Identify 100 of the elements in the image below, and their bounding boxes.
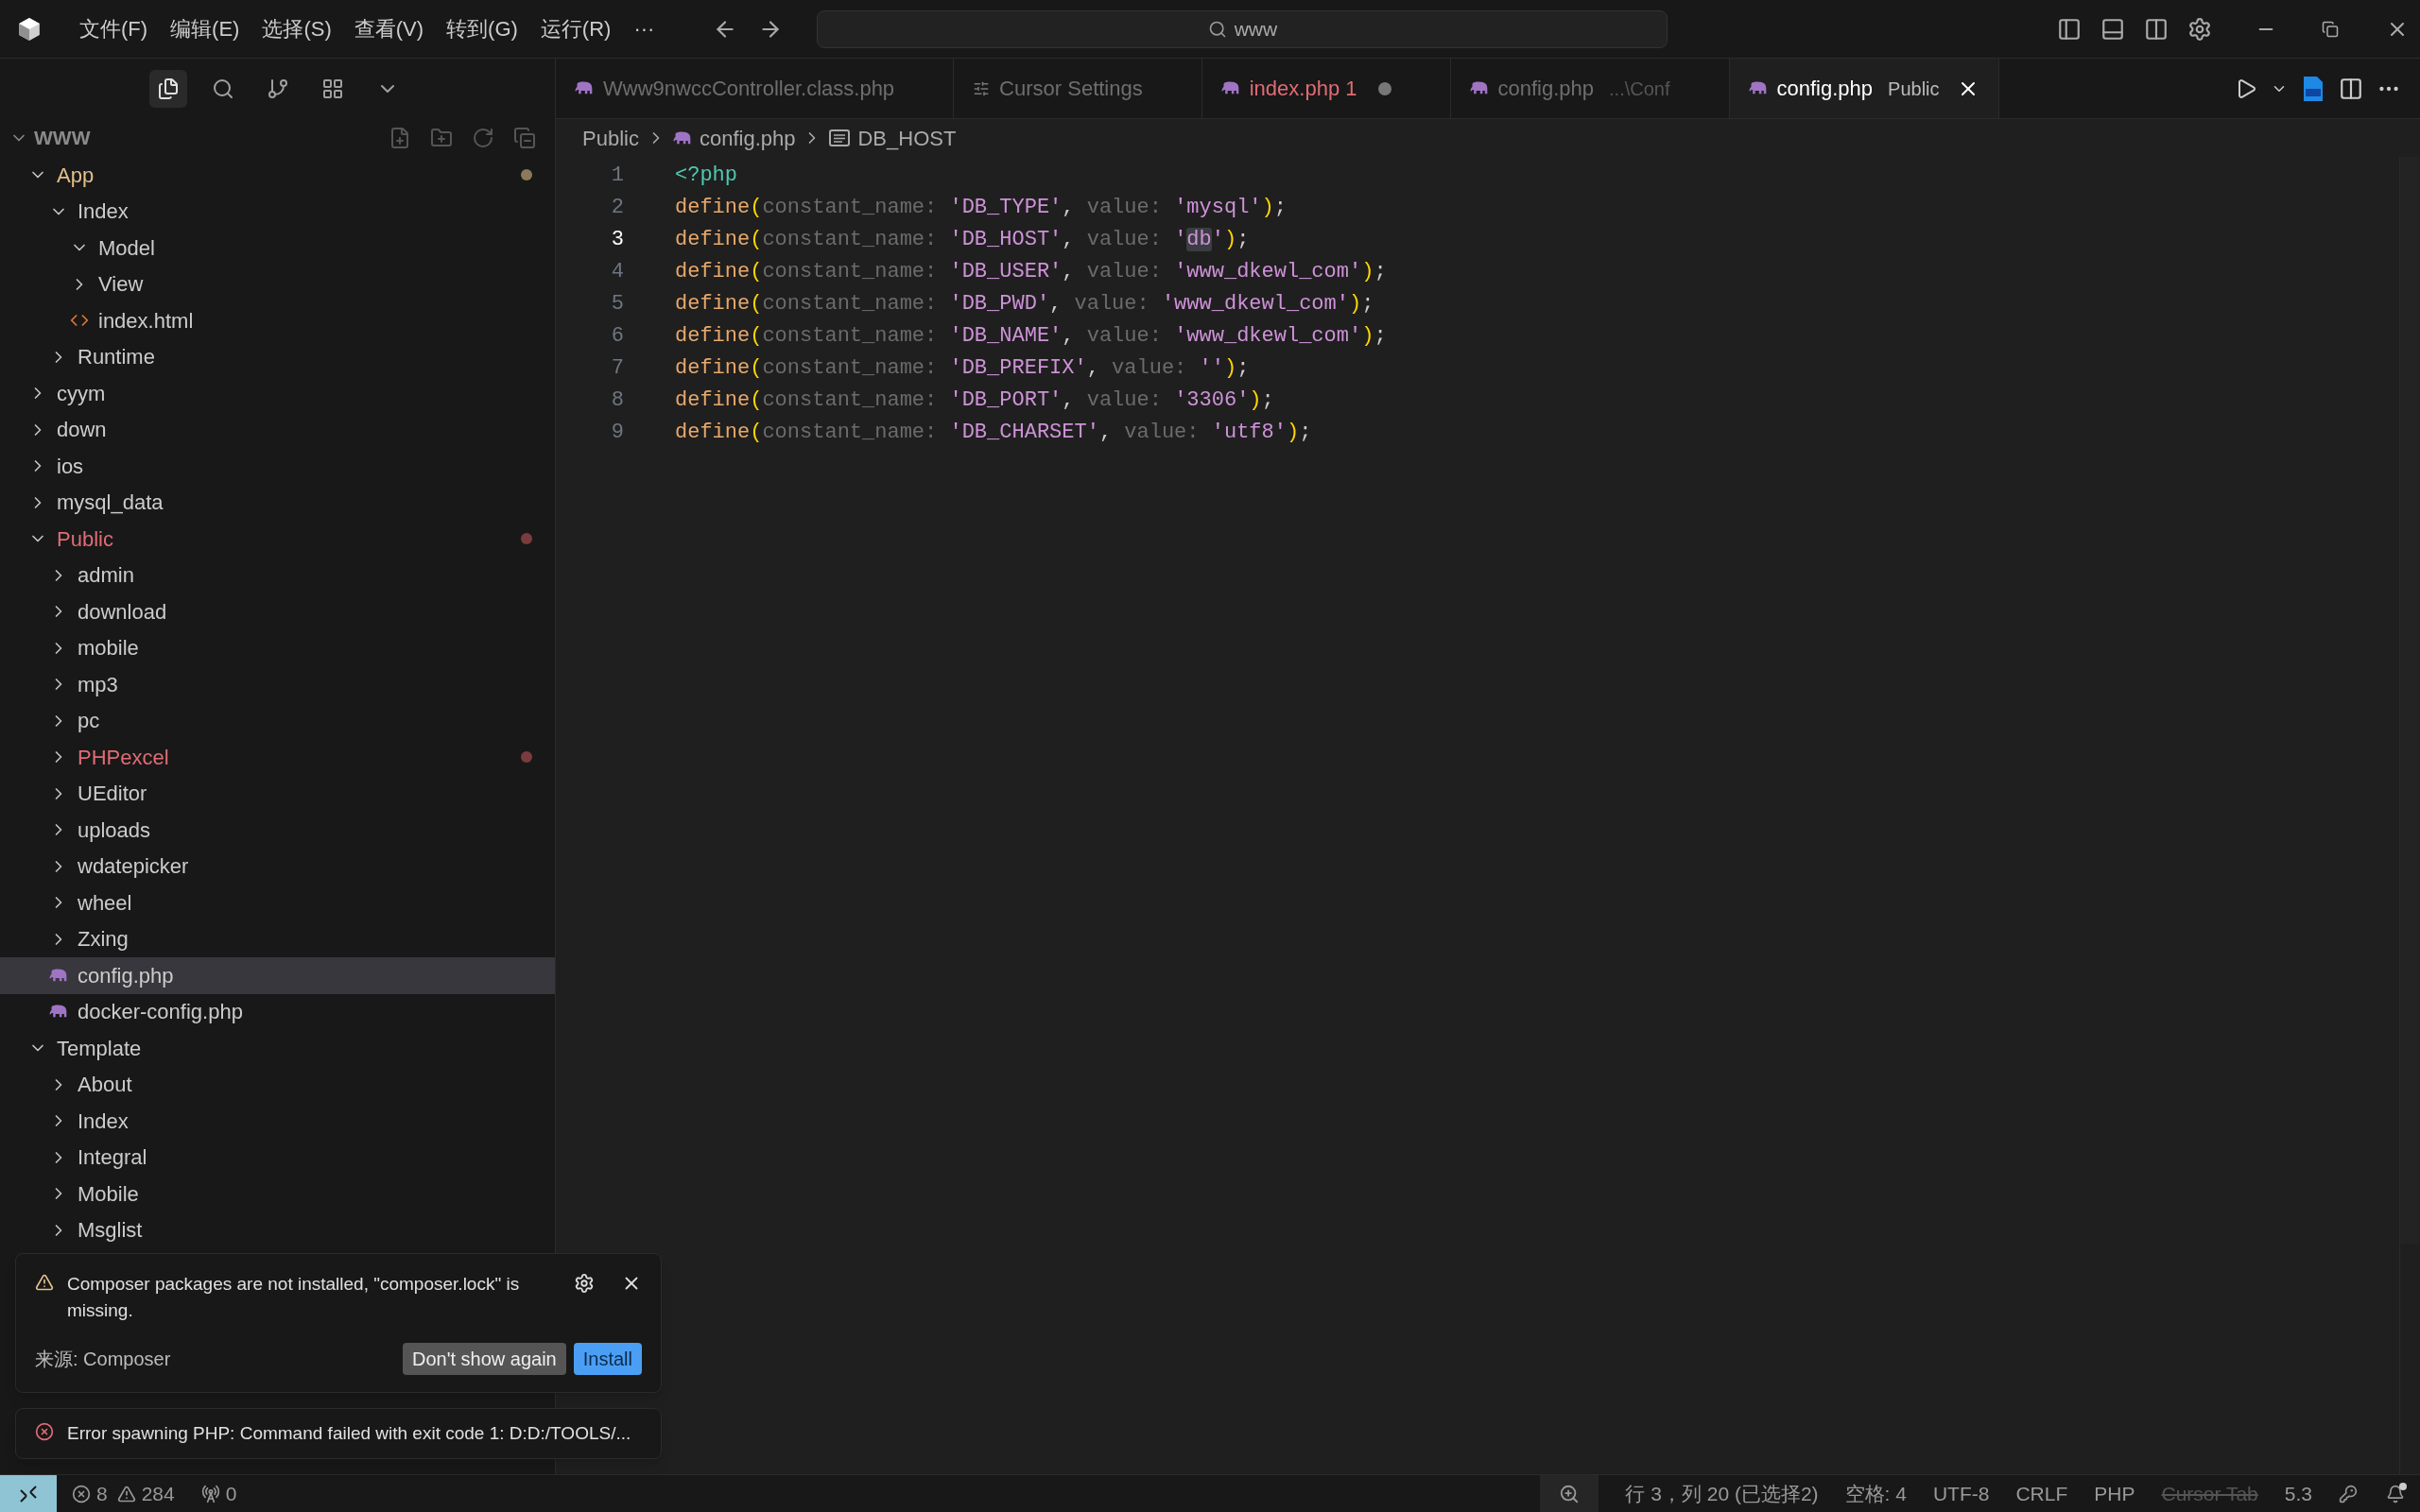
symbol-icon bbox=[829, 129, 851, 146]
breadcrumb[interactable]: Public bbox=[582, 122, 639, 154]
search-field[interactable]: www bbox=[817, 9, 1668, 48]
tree-item[interactable]: config.php bbox=[0, 957, 555, 994]
tree-item[interactable]: PHPexcel bbox=[0, 739, 555, 776]
tree-item[interactable]: wheel bbox=[0, 885, 555, 921]
editor-tab[interactable]: config.php Public bbox=[1729, 59, 1999, 118]
new-file-icon[interactable] bbox=[389, 127, 411, 149]
tree-item[interactable]: index.html bbox=[0, 302, 555, 339]
settings-icon[interactable] bbox=[574, 1273, 595, 1294]
menu-item[interactable]: 文件(F) bbox=[68, 13, 160, 44]
tree-item[interactable]: Public bbox=[0, 521, 555, 558]
tree-item[interactable]: cyym bbox=[0, 375, 555, 412]
antenna-icon bbox=[200, 1484, 220, 1503]
error-icon bbox=[35, 1422, 54, 1441]
tree-item[interactable]: Integral bbox=[0, 1139, 555, 1176]
line-number: 6 bbox=[610, 322, 624, 350]
tree-item[interactable]: Mobile bbox=[0, 1176, 555, 1212]
elephant-icon bbox=[1469, 81, 1489, 95]
tree-item[interactable]: mp3 bbox=[0, 666, 555, 703]
bell-icon bbox=[2386, 1484, 2405, 1503]
status-item[interactable]: 行 3，列 20 (已选择2) bbox=[1612, 1478, 1832, 1509]
menu-item[interactable]: 编辑(E) bbox=[159, 13, 251, 44]
status-item[interactable]: PHP bbox=[2081, 1478, 2149, 1509]
status-item[interactable]: 5.3 bbox=[2271, 1478, 2325, 1509]
line-number: 2 bbox=[610, 194, 624, 221]
key-icon[interactable] bbox=[2339, 1484, 2358, 1503]
tree-item[interactable]: admin bbox=[0, 557, 555, 593]
tree-item[interactable]: Template bbox=[0, 1030, 555, 1067]
tree-item[interactable]: Model bbox=[0, 230, 555, 266]
notifications-button[interactable] bbox=[2386, 1484, 2405, 1503]
notification-message: Error spawning PHP: Command failed with exit code 1: D:D:/TOOLS/... bbox=[67, 1422, 632, 1445]
line-number: 1 bbox=[610, 162, 624, 189]
breadcrumb[interactable]: DB_HOST bbox=[829, 122, 957, 154]
tree-item[interactable]: download bbox=[0, 593, 555, 630]
menu-item[interactable]: ··· bbox=[622, 13, 666, 44]
line-number: 4 bbox=[610, 258, 624, 285]
files-icon[interactable] bbox=[148, 70, 187, 108]
code-line: define(constant_name: 'DB_PORT', value: '3306'); bbox=[675, 387, 1274, 414]
menu-item[interactable]: 运行(R) bbox=[528, 13, 623, 44]
code-line: define(constant_name: 'DB_USER', value: 'www_dkewl_com'); bbox=[675, 258, 1387, 285]
tree-item[interactable]: wdatepicker bbox=[0, 848, 555, 885]
tree-item[interactable]: Runtime bbox=[0, 338, 555, 375]
remote-button[interactable] bbox=[0, 1475, 57, 1512]
ports-button[interactable]: 0 bbox=[200, 1478, 237, 1509]
notification-button[interactable]: Install bbox=[573, 1343, 642, 1375]
code-line: define(constant_name: 'DB_PREFIX', value: ''); bbox=[675, 354, 1250, 382]
tree-item[interactable]: About bbox=[0, 1066, 555, 1103]
warning-icon bbox=[35, 1273, 54, 1292]
tree-item[interactable]: docker-config.php bbox=[0, 993, 555, 1030]
elephant-icon bbox=[575, 81, 594, 95]
line-number: 7 bbox=[610, 354, 624, 382]
new-folder-icon[interactable] bbox=[430, 127, 453, 149]
restore-icon[interactable] bbox=[2322, 20, 2339, 38]
logo-icon bbox=[17, 16, 42, 42]
warning-icon bbox=[116, 1484, 136, 1503]
tree-item[interactable]: Index bbox=[0, 193, 555, 230]
menu-item[interactable]: 转到(G) bbox=[435, 13, 529, 44]
tree-item[interactable]: App bbox=[0, 157, 555, 194]
elephant-icon bbox=[672, 130, 692, 146]
code-line: define(constant_name: 'DB_HOST', value: 'db'); bbox=[675, 226, 1250, 253]
notification-button[interactable]: Don't show again bbox=[402, 1343, 566, 1375]
tree-item[interactable]: mobile bbox=[0, 629, 555, 666]
menu-item[interactable]: 选择(S) bbox=[251, 13, 343, 44]
problems-button[interactable]: 8 284 bbox=[72, 1478, 175, 1509]
split-layout-icon[interactable] bbox=[2144, 16, 2169, 42]
line-number: 5 bbox=[610, 290, 624, 318]
code-line: define(constant_name: 'DB_NAME', value: 'www_dkewl_com'); bbox=[675, 322, 1387, 350]
panel-toggle-icon[interactable] bbox=[2100, 16, 2125, 42]
status-item[interactable]: UTF-8 bbox=[1919, 1478, 2003, 1509]
tree-item[interactable]: Zxing bbox=[0, 920, 555, 957]
tree-item[interactable]: UEditor bbox=[0, 775, 555, 812]
code-line: define(constant_name: 'DB_CHARSET', value: 'utf8'); bbox=[675, 419, 1312, 446]
elephant-icon bbox=[49, 1005, 68, 1020]
tree-item[interactable]: ios bbox=[0, 448, 555, 485]
code-line: <?php bbox=[675, 162, 737, 189]
breadcrumb[interactable]: config.php bbox=[672, 122, 796, 154]
sidebar-toggle-icon[interactable] bbox=[2057, 16, 2082, 42]
refresh-icon[interactable] bbox=[472, 127, 494, 149]
search-icon bbox=[1207, 19, 1227, 39]
tree-item[interactable]: down bbox=[0, 411, 555, 448]
status-item[interactable]: 空格: 4 bbox=[1831, 1478, 1920, 1509]
elephant-icon bbox=[49, 968, 68, 983]
sliders-icon bbox=[973, 79, 991, 97]
tree-item[interactable]: mysql_data bbox=[0, 484, 555, 521]
explorer-header[interactable]: WWW bbox=[9, 123, 91, 153]
tree-item[interactable]: uploads bbox=[0, 812, 555, 849]
zoom-button[interactable] bbox=[1540, 1475, 1599, 1512]
collapse-all-icon[interactable] bbox=[513, 127, 536, 149]
menu-item[interactable]: 查看(V) bbox=[342, 13, 436, 44]
line-number: 8 bbox=[610, 387, 624, 414]
remote-icon bbox=[18, 1483, 39, 1504]
tree-item[interactable]: pc bbox=[0, 702, 555, 739]
split-editor-icon[interactable] bbox=[2339, 76, 2363, 101]
tree-item[interactable]: View bbox=[0, 266, 555, 302]
settings-icon[interactable] bbox=[2187, 16, 2212, 42]
status-item[interactable]: CRLF bbox=[2002, 1478, 2082, 1509]
php-file-icon[interactable] bbox=[2301, 75, 2325, 102]
tree-item[interactable]: Msglist bbox=[0, 1211, 555, 1248]
tree-item[interactable]: Index bbox=[0, 1103, 555, 1140]
